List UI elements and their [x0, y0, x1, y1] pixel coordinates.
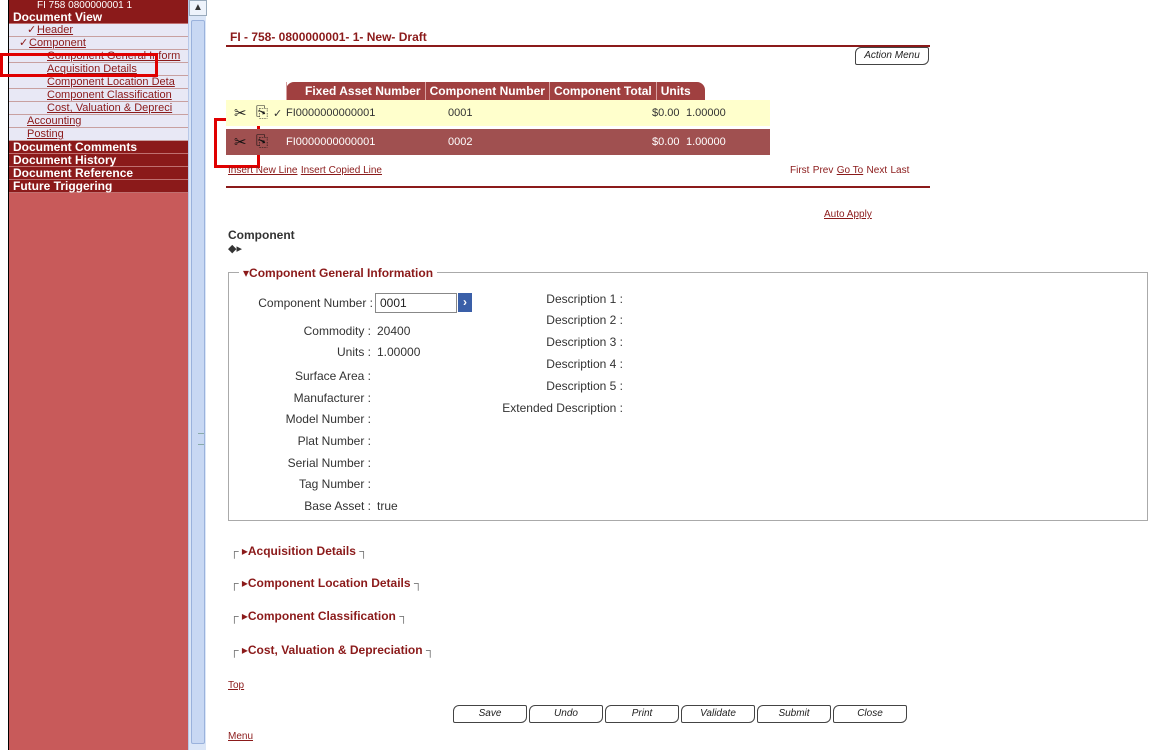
divider — [226, 45, 930, 47]
insert-copied-line-link[interactable]: Insert Copied Line — [301, 165, 382, 176]
col-fixed-asset-number: Fixed Asset Number — [286, 82, 425, 100]
scrollbar-thumb[interactable] — [191, 20, 205, 744]
tag-number-label: Tag Number : — [298, 477, 371, 491]
main-content: FI - 758- 0800000001- 1- New- Draft Acti… — [226, 0, 1154, 750]
component-heading: Component — [228, 228, 295, 242]
cell-units: 1.00000 — [686, 107, 726, 119]
copy-icon[interactable]: ⎘ — [256, 104, 268, 121]
close-button[interactable]: Close — [833, 705, 907, 723]
sidebar-item-accounting[interactable]: Accounting — [9, 115, 188, 128]
section-component-location[interactable]: ┌ ▸Component Location Details ┐ — [230, 576, 422, 590]
col-units: Units — [655, 82, 705, 100]
component-number-label: Component Number : — [258, 296, 373, 310]
top-link[interactable]: Top — [228, 680, 244, 691]
legend-text: Component General Information — [249, 266, 434, 280]
auto-apply-link[interactable]: Auto Apply — [824, 209, 872, 220]
sidebar-item-classification[interactable]: Component Classification — [9, 89, 188, 102]
component-general-legend[interactable]: ▾Component General Information — [239, 266, 438, 280]
save-button[interactable]: Save — [453, 705, 527, 723]
sidebar-item-label: Header — [37, 24, 74, 36]
base-asset-value: true — [377, 499, 398, 513]
extended-description-label: Extended Description : — [502, 401, 623, 415]
commodity-label: Commodity : — [303, 324, 371, 338]
divider — [226, 186, 930, 188]
section-acquisition-details[interactable]: ┌ ▸Acquisition Details ┐ — [230, 544, 368, 558]
description-2-label: Description 2 : — [546, 313, 623, 327]
base-asset-label: Base Asset : — [304, 499, 371, 513]
sidebar-section-future-triggering[interactable]: Future Triggering — [9, 180, 188, 193]
cell-component: 0001 — [448, 107, 473, 119]
paging-first: First — [790, 165, 810, 176]
insert-new-line-link[interactable]: Insert New Line — [228, 165, 297, 176]
sidebar-item-component-general[interactable]: Component General Inform — [9, 50, 188, 63]
selected-check-icon: ✓ — [273, 108, 283, 120]
serial-number-label: Serial Number : — [287, 456, 371, 470]
page-title: FI - 758- 0800000001- 1- New- Draft — [230, 30, 427, 44]
sidebar-item-component[interactable]: ✓Component — [9, 37, 188, 50]
scroll-up-icon[interactable]: ▲ — [189, 0, 207, 16]
paging-prev: Prev — [812, 165, 834, 176]
sidebar-scrollbar[interactable]: ▲ — [188, 0, 207, 750]
cell-total: $0.00 — [652, 136, 680, 148]
sidebar-nav: FI 758 0800000001 1 Document View ✓Heade… — [8, 0, 188, 750]
paging-next: Next — [866, 165, 888, 176]
manufacturer-label: Manufacturer : — [293, 391, 371, 405]
cut-icon[interactable]: ✂ — [234, 104, 247, 122]
check-icon: ✓ — [27, 24, 37, 36]
sidebar-item-location[interactable]: Component Location Deta — [9, 76, 188, 89]
section-component-classification[interactable]: ┌ ▸Component Classification ┐ — [230, 609, 408, 623]
units-label: Units : — [336, 345, 371, 359]
print-button[interactable]: Print — [605, 705, 679, 723]
sidebar-section-document-view[interactable]: Document View — [9, 11, 188, 24]
copy-icon[interactable]: ⎘ — [256, 133, 268, 150]
col-component-total: Component Total — [548, 82, 656, 100]
undo-button[interactable]: Undo — [529, 705, 603, 723]
cut-icon[interactable]: ✂ — [234, 133, 247, 151]
table-row[interactable]: ✂ ⎘ FI0000000000001 0002 $0.00 1.00000 — [226, 129, 770, 155]
cell-asset: FI0000000000001 — [286, 136, 376, 148]
component-number-input[interactable] — [375, 293, 457, 313]
cell-asset: FI0000000000001 — [286, 107, 376, 119]
section-title: Component Location Details — [247, 576, 411, 590]
commodity-value: 20400 — [377, 324, 411, 338]
section-cost-valuation[interactable]: ┌ ▸Cost, Valuation & Depreciation ┐ — [230, 643, 434, 657]
arrows-icon[interactable]: ◆▸ — [228, 242, 242, 255]
sidebar-item-acquisition[interactable]: Acquisition Details — [9, 63, 188, 76]
table-row[interactable]: ✂ ⎘ ✓ FI0000000000001 0001 $0.00 1.00000 — [226, 100, 770, 126]
go-arrow-icon[interactable]: › — [458, 293, 472, 312]
sidebar-item-label: Component — [29, 37, 86, 49]
action-menu-button[interactable]: Action Menu — [855, 47, 929, 65]
check-icon: ✓ — [19, 37, 29, 49]
submit-button[interactable]: Submit — [757, 705, 831, 723]
grip-icon — [198, 433, 204, 445]
section-title: Component Classification — [247, 609, 396, 623]
section-title: Cost, Valuation & Depreciation — [247, 643, 423, 657]
paging-goto-link[interactable]: Go To — [837, 165, 864, 176]
paging-last: Last — [890, 165, 910, 176]
component-general-fieldset: ▾Component General Information Component… — [228, 266, 1148, 521]
grid-header: Fixed Asset Number Component Number Comp… — [286, 82, 705, 100]
sidebar-item-header[interactable]: ✓Header — [9, 24, 188, 37]
units-value: 1.00000 — [377, 345, 421, 359]
cell-units: 1.00000 — [686, 136, 726, 148]
model-number-label: Model Number : — [285, 412, 371, 426]
menu-link[interactable]: Menu — [228, 731, 253, 742]
section-title: Acquisition Details — [247, 544, 356, 558]
plat-number-label: Plat Number : — [297, 434, 371, 448]
validate-button[interactable]: Validate — [681, 705, 755, 723]
surface-area-label: Surface Area : — [294, 369, 371, 383]
cell-total: $0.00 — [652, 107, 680, 119]
description-4-label: Description 4 : — [546, 357, 623, 371]
cell-component: 0002 — [448, 136, 473, 148]
description-1-label: Description 1 : — [546, 292, 623, 306]
col-component-number: Component Number — [424, 82, 549, 100]
sidebar-item-cost[interactable]: Cost, Valuation & Depreci — [9, 102, 188, 115]
description-5-label: Description 5 : — [546, 379, 623, 393]
description-3-label: Description 3 : — [546, 335, 623, 349]
